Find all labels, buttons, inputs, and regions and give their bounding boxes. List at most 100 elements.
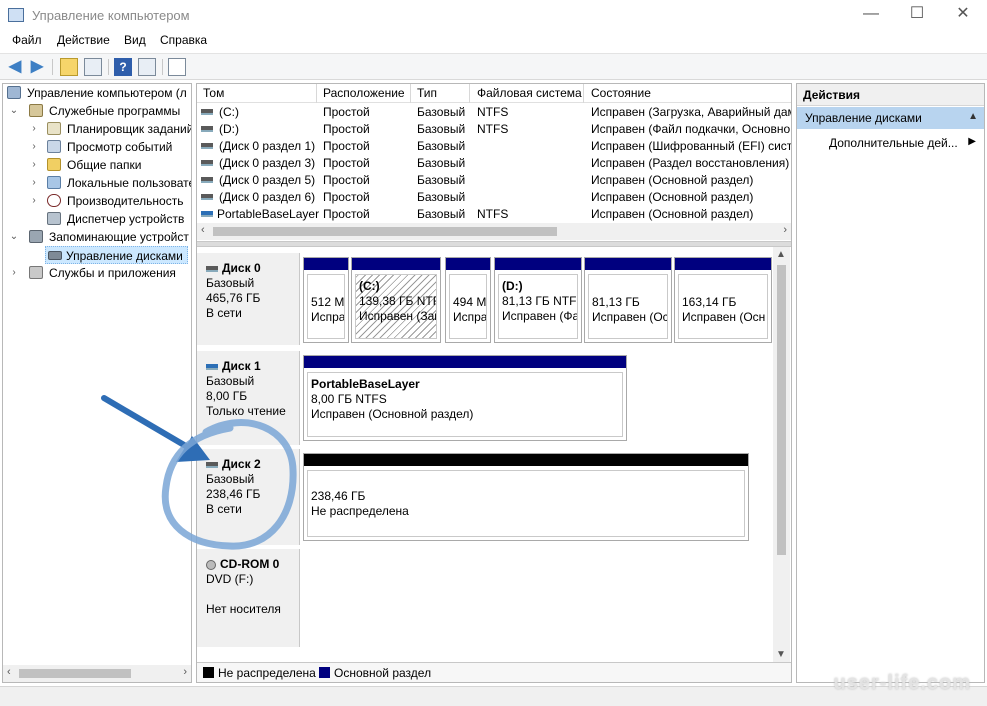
partition-portablebaselayer[interactable]: PortableBaseLayer 8,00 ГБ NTFS Исправен … [303,355,627,441]
more-actions-item[interactable]: Дополнительные дей... [829,136,958,150]
disk-icon [206,265,218,272]
volume-row[interactable]: (C:) Простой Базовый NTFS Исправен (Загр… [197,104,791,121]
unallocated-bar [304,454,748,466]
legend-unallocated-swatch [203,667,214,678]
volume-icon [201,211,213,217]
volume-icon [201,194,213,200]
chevron-down-icon[interactable]: ⌄ [9,102,19,120]
partition-c[interactable]: (C:) 139,38 ГБ NTFS Исправен (Заг [351,257,441,343]
column-divider[interactable] [410,84,411,103]
volume-list-horizontal-scrollbar[interactable]: ‹ › [197,223,791,240]
menu-file[interactable]: Файл [12,33,42,47]
volume-row[interactable]: PortableBaseLayer Простой Базовый NTFS И… [197,206,791,223]
toolbar: ◀ ▶ ? [0,53,987,80]
volume-icon [201,126,213,132]
chevron-down-icon[interactable]: ⌄ [9,228,19,246]
disk-management-pane: Том Расположение Тип Файловая система Со… [196,83,792,683]
disk-0-label[interactable]: Диск 0 Базовый 465,76 ГБ В сети [197,253,300,345]
tree-item-disk-management[interactable]: Управление дисками [45,246,188,264]
column-status[interactable]: Состояние [591,86,651,100]
disk-2-row: Диск 2 Базовый 238,46 ГБ В сети 238,46 Г… [197,449,773,545]
primary-partition-bar [495,258,581,270]
column-filesystem[interactable]: Файловая система [477,86,582,100]
chevron-right-icon[interactable]: › [29,138,39,156]
up-folder-icon[interactable] [60,58,78,76]
actions-header: Действия [797,84,984,106]
event-viewer-icon [47,140,61,153]
tree-item-storage[interactable]: ⌄ Запоминающие устройст [5,228,191,246]
primary-partition-bar [585,258,671,270]
performance-icon [47,194,61,207]
disk-icon [206,363,218,370]
back-arrow-icon[interactable]: ◀ [6,58,24,76]
tree-item-system-tools[interactable]: ⌄ Служебные программы [5,102,191,120]
column-volume[interactable]: Том [203,86,224,100]
window-title: Управление компьютером [32,8,190,23]
menu-bar: Файл Действие Вид Справка [0,30,987,52]
scroll-left-icon[interactable]: ‹ [201,224,205,236]
column-divider[interactable] [469,84,470,103]
close-button[interactable]: ✕ [940,0,986,30]
column-divider[interactable] [583,84,584,103]
scrollbar-thumb[interactable] [777,265,786,555]
computer-icon [7,86,21,99]
storage-icon [29,230,43,243]
scroll-up-icon[interactable]: ▲ [776,249,786,260]
scroll-right-icon[interactable]: › [783,224,787,236]
chevron-right-icon[interactable]: › [9,264,19,282]
chevron-right-icon[interactable]: › [29,156,39,174]
disk-icon [206,461,218,468]
volume-row[interactable]: (Диск 0 раздел 1) Простой Базовый Исправ… [197,138,791,155]
chevron-right-icon[interactable]: › [29,192,39,210]
partition-5[interactable]: 81,13 ГБ Исправен (Ос [584,257,672,343]
column-divider[interactable] [316,84,317,103]
scheduler-icon [47,122,61,135]
menu-view[interactable]: Вид [124,33,146,47]
tree-horizontal-scrollbar[interactable]: ‹ › [3,665,191,682]
volume-row[interactable]: (Диск 0 раздел 6) Простой Базовый Исправ… [197,189,791,206]
legend-primary-label: Основной раздел [334,666,432,680]
partition-d[interactable]: (D:) 81,13 ГБ NTFS Исправен (Фа [494,257,582,343]
scroll-right-icon[interactable]: › [183,666,187,678]
menu-action[interactable]: Действие [57,33,110,47]
collapse-icon[interactable]: ▲ [968,111,978,122]
disk-view-vertical-scrollbar[interactable]: ▲ ▼ [773,247,790,662]
legend-primary-swatch [319,667,330,678]
services-icon [29,266,43,279]
column-layout[interactable]: Расположение [323,86,405,100]
scroll-down-icon[interactable]: ▼ [776,649,786,660]
volume-row[interactable]: (D:) Простой Базовый NTFS Исправен (Файл… [197,121,791,138]
show-hide-tree-icon[interactable] [84,58,102,76]
cdrom-label[interactable]: CD-ROM 0 DVD (F:) Нет носителя [197,549,300,647]
properties-icon[interactable] [168,58,186,76]
volume-icon [201,160,213,166]
volume-row[interactable]: (Диск 0 раздел 3) Простой Базовый Исправ… [197,155,791,172]
scrollbar-thumb[interactable] [213,227,557,236]
maximize-button[interactable]: ☐ [894,0,940,30]
volume-icon [201,109,213,115]
scrollbar-thumb[interactable] [19,669,131,678]
unallocated-space[interactable]: 238,46 ГБ Не распределена [303,453,749,541]
chevron-right-icon[interactable]: › [29,120,39,138]
column-type[interactable]: Тип [417,86,437,100]
computer-management-icon [8,8,24,22]
disk-management-icon [48,251,62,260]
volume-row[interactable]: (Диск 0 раздел 5) Простой Базовый Исправ… [197,172,791,189]
disk-2-label[interactable]: Диск 2 Базовый 238,46 ГБ В сети [197,449,300,545]
navigation-tree: Управление компьютером (л ⌄ Служебные пр… [2,83,192,683]
help-icon[interactable]: ? [114,58,132,76]
partition-recovery[interactable]: 494 М Испра [445,257,491,343]
partition-efi[interactable]: 512 М Испра [303,257,349,343]
chevron-right-icon[interactable]: › [29,174,39,192]
minimize-button[interactable]: — [848,0,894,30]
forward-arrow-icon[interactable]: ▶ [28,58,46,76]
scroll-left-icon[interactable]: ‹ [7,666,11,678]
cdrom-icon [206,559,216,570]
actions-group-disk-management[interactable]: Управление дисками ▲ [797,107,984,129]
partition-6[interactable]: 163,14 ГБ Исправен (Осн [674,257,772,343]
watermark: user-life.com [833,672,971,694]
disk-0-row: Диск 0 Базовый 465,76 ГБ В сети 512 М Ис… [197,253,773,345]
menu-help[interactable]: Справка [160,33,207,47]
action-pane-icon[interactable] [138,58,156,76]
disk-1-label[interactable]: Диск 1 Базовый 8,00 ГБ Только чтение [197,351,300,445]
